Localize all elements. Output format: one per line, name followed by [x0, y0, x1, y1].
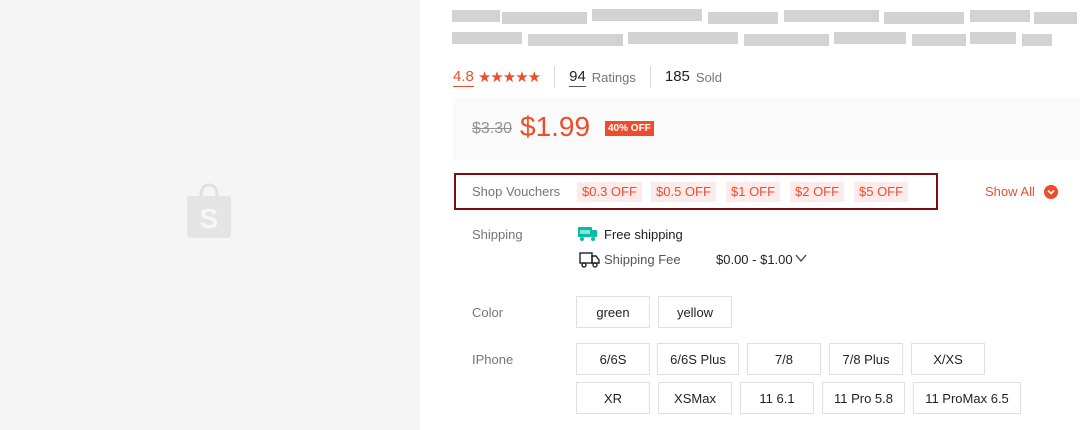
- product-title-blurred: [452, 6, 1077, 52]
- truck-icon: [579, 252, 600, 268]
- voucher-chip[interactable]: $1 OFF: [726, 182, 781, 202]
- iphone-option[interactable]: 6/6S: [576, 343, 650, 375]
- ratings-label: Ratings: [591, 69, 636, 85]
- voucher-chip[interactable]: $2 OFF: [790, 182, 845, 202]
- shipping-fee-label: Shipping Fee: [604, 252, 681, 267]
- show-all-link[interactable]: Show All: [985, 184, 1035, 199]
- discount-badge: 40% OFF: [605, 121, 654, 136]
- sold-label: Sold: [695, 69, 722, 85]
- rating-value[interactable]: 4.8: [453, 68, 474, 87]
- iphone-option[interactable]: 11 6.1: [740, 382, 814, 414]
- iphone-label: IPhone: [472, 352, 514, 367]
- rating-stars-icon: ★★★★★: [477, 69, 541, 86]
- divider: [554, 66, 556, 88]
- current-price: $1.99: [520, 111, 591, 142]
- iphone-option[interactable]: XR: [576, 382, 650, 414]
- free-shipping-text: Free shipping: [604, 227, 683, 242]
- original-price: $3.30: [472, 120, 513, 137]
- svg-text:S: S: [200, 203, 219, 234]
- voucher-chip[interactable]: $5 OFF: [854, 182, 909, 202]
- vouchers-label: Shop Vouchers: [472, 184, 561, 199]
- divider: [649, 66, 651, 88]
- chevron-down-icon[interactable]: [795, 253, 807, 263]
- iphone-option[interactable]: 6/6S Plus: [657, 343, 739, 375]
- shipping-label: Shipping: [472, 227, 523, 242]
- product-image-area: S: [0, 0, 420, 430]
- iphone-option[interactable]: XSMax: [658, 382, 732, 414]
- color-option-green[interactable]: green: [576, 296, 650, 328]
- iphone-option[interactable]: X/XS: [911, 343, 985, 375]
- iphone-option[interactable]: 7/8 Plus: [829, 343, 903, 375]
- shop-bag-logo: S: [187, 183, 231, 238]
- voucher-chip[interactable]: $0.3 OFF: [577, 182, 642, 202]
- iphone-option[interactable]: 7/8: [747, 343, 821, 375]
- ratings-count[interactable]: 94: [569, 68, 586, 87]
- voucher-chip[interactable]: $0.5 OFF: [651, 182, 716, 202]
- chevron-down-circle-icon[interactable]: [1044, 185, 1058, 199]
- rating-row: 4.8 ★★★★★ 94 Ratings 185 Sold: [453, 66, 722, 88]
- shipping-fee-value[interactable]: $0.00 - $1.00: [716, 252, 793, 267]
- sold-count: 185: [664, 68, 690, 85]
- color-option-yellow[interactable]: yellow: [658, 296, 732, 328]
- iphone-option[interactable]: 11 Pro 5.8: [822, 382, 905, 414]
- color-label: Color: [472, 305, 504, 320]
- price-box: $3.30 $1.99 40% OFF: [453, 97, 1080, 160]
- iphone-option[interactable]: 11 ProMax 6.5: [913, 382, 1021, 414]
- free-shipping-icon: [578, 227, 597, 241]
